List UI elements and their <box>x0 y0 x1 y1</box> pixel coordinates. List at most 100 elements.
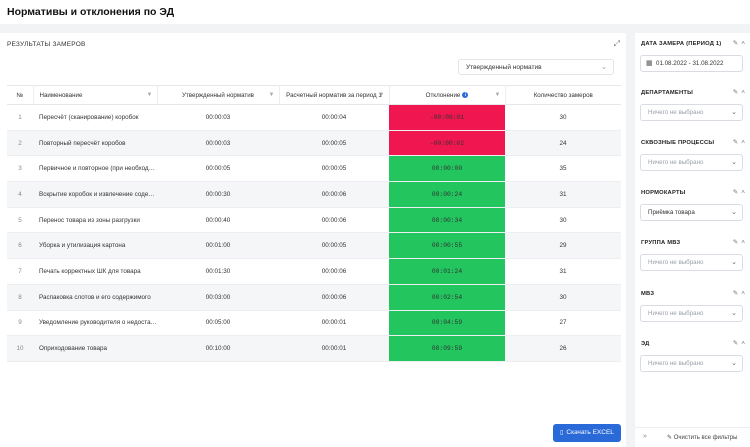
collapse-panel-icon[interactable]: » <box>643 433 647 440</box>
row-num: 9 <box>7 310 33 337</box>
row-name: Печать корректных ШК для товара <box>33 258 157 285</box>
table-row[interactable]: 3 Первичное и повторное (при необходимос… <box>7 155 621 183</box>
filter-mvz-actions: ✎ ˄ <box>730 289 745 297</box>
row-num: 8 <box>7 284 33 311</box>
row-calculated: 00:00:06 <box>279 258 389 285</box>
chevron-down-icon: ⌄ <box>731 360 737 367</box>
row-name: Повторный пересчёт коробов <box>33 130 157 157</box>
clear-filters-label: Очистить все фильтры <box>673 435 738 441</box>
pencil-icon[interactable]: ✎ <box>733 139 738 146</box>
filters-footer: » ✎ Очистить все фильтры <box>635 427 750 447</box>
table-row[interactable]: 5 Перенос товара из зоны разгрузки 00:00… <box>7 207 621 234</box>
row-num: 5 <box>7 207 33 234</box>
processes-select[interactable]: Ничего не выбрано ⌄ <box>640 154 743 171</box>
clear-filters-button[interactable]: ✎ Очистить все фильтры <box>667 434 737 441</box>
mvz-placeholder: Ничего не выбрано <box>648 310 704 317</box>
top-bar: Нормативы и отклонения по ЭД <box>0 0 750 24</box>
row-approved: 00:01:00 <box>157 232 279 260</box>
chevron-down-icon: ⌄ <box>731 259 737 266</box>
row-num: 3 <box>7 155 33 183</box>
chevron-up-icon[interactable]: ˄ <box>741 290 745 297</box>
row-num: 2 <box>7 130 33 157</box>
info-icon[interactable]: i <box>462 91 469 98</box>
filter-ed-label: ЭД <box>641 341 650 347</box>
filter-icon[interactable]: ▼ <box>147 92 153 98</box>
chevron-up-icon[interactable]: ˄ <box>741 340 745 347</box>
col-calculated-label: Расчетный норматив за период 1 <box>286 91 382 99</box>
row-name: Уборка и утилизация картона <box>33 232 157 260</box>
filter-icon[interactable]: ▼ <box>495 92 501 98</box>
date-range-picker[interactable]: ▦ 01.08.2022 - 31.08.2022 <box>640 55 743 72</box>
row-deviation: -00:00:01 <box>389 104 505 131</box>
row-deviation: 00:00:55 <box>389 232 505 260</box>
row-approved: 00:05:00 <box>157 310 279 337</box>
table-row[interactable]: 9 Уведомление руководителя о недостаче 0… <box>7 310 621 337</box>
col-header-calculated[interactable]: Расчетный норматив за период 1 ▼ <box>279 85 390 105</box>
table-row[interactable]: 6 Уборка и утилизация картона 00:01:00 0… <box>7 232 621 260</box>
filter-icon[interactable]: ▼ <box>269 92 275 98</box>
table-row[interactable]: 2 Повторный пересчёт коробов 00:00:03 00… <box>7 130 621 157</box>
pencil-icon[interactable]: ✎ <box>733 40 738 47</box>
table-row[interactable]: 8 Распаковка слотов и его содержимого 00… <box>7 284 621 311</box>
results-header: РЕЗУЛЬТАТЫ ЗАМЕРОВ <box>7 41 86 48</box>
row-approved: 00:00:03 <box>157 130 279 157</box>
filter-normcards-actions: ✎ ˄ <box>730 188 745 196</box>
row-deviation: -00:00:02 <box>389 130 505 157</box>
row-count: 30 <box>505 104 621 131</box>
col-header-deviation[interactable]: Отклонение i ▼ <box>389 85 506 105</box>
filter-processes-actions: ✎ ˄ <box>730 138 745 146</box>
row-count: 31 <box>505 258 621 285</box>
pencil-icon[interactable]: ✎ <box>733 189 738 196</box>
expand-icon[interactable]: ⤢ <box>614 39 620 49</box>
filter-mvz-group-label: ГРУППА МВЗ <box>641 240 681 246</box>
pencil-icon[interactable]: ✎ <box>733 239 738 246</box>
download-excel-button[interactable]: ▯ Скачать EXCEL <box>553 424 621 442</box>
filter-departments-label: ДЕПАРТАМЕНТЫ <box>641 90 693 96</box>
chevron-up-icon[interactable]: ˄ <box>741 189 745 196</box>
row-deviation: 00:01:24 <box>389 258 505 285</box>
table-row[interactable]: 7 Печать корректных ШК для товара 00:01:… <box>7 258 621 285</box>
results-card: РЕЗУЛЬТАТЫ ЗАМЕРОВ ⤢ Утвержденный нормат… <box>0 33 626 447</box>
table-row[interactable]: 10 Оприходование товара 00:10:00 00:00:0… <box>7 335 621 362</box>
chevron-up-icon[interactable]: ˄ <box>741 89 745 96</box>
download-icon: ▯ <box>560 430 564 436</box>
pencil-icon[interactable]: ✎ <box>733 340 738 347</box>
filter-icon[interactable]: ▼ <box>379 92 385 98</box>
row-approved: 00:10:00 <box>157 335 279 362</box>
table-row[interactable]: 1 Пересчёт (сканирование) коробок 00:00:… <box>7 104 621 131</box>
norm-type-value: Утвержденный норматив <box>466 64 542 71</box>
col-header-num: № <box>7 85 34 105</box>
date-range-value: 01.08.2022 - 31.08.2022 <box>656 60 724 67</box>
row-deviation: 00:00:00 <box>389 155 505 183</box>
row-name: Вскрытие коробок и извлечение содержимог… <box>33 181 157 208</box>
normcards-select[interactable]: Приёмка товара ⌄ <box>640 204 743 221</box>
chevron-up-icon[interactable]: ˄ <box>741 239 745 246</box>
chevron-up-icon[interactable]: ˄ <box>741 40 745 47</box>
filter-mvz-label: МВЗ <box>641 291 655 297</box>
chevron-up-icon[interactable]: ˄ <box>741 139 745 146</box>
mvz-select[interactable]: Ничего не выбрано ⌄ <box>640 305 743 322</box>
row-approved: 00:00:03 <box>157 104 279 131</box>
eraser-icon: ✎ <box>667 435 673 441</box>
row-num: 4 <box>7 181 33 208</box>
col-header-approved[interactable]: Утвержденный норматив ▼ <box>157 85 280 105</box>
row-calculated: 00:00:06 <box>279 181 389 208</box>
row-name: Пересчёт (сканирование) коробок <box>33 104 157 131</box>
norm-type-select[interactable]: Утвержденный норматив ⌄ <box>458 59 614 75</box>
chevron-down-icon: ⌄ <box>601 64 607 71</box>
table-row[interactable]: 4 Вскрытие коробок и извлечение содержим… <box>7 181 621 208</box>
col-approved-label: Утвержденный норматив <box>182 91 254 99</box>
chevron-down-icon: ⌄ <box>731 159 737 166</box>
normcards-value: Приёмка товара <box>648 209 695 216</box>
row-name: Перенос товара из зоны разгрузки <box>33 207 157 234</box>
filter-processes-label: СКВОЗНЫЕ ПРОЦЕССЫ <box>641 140 715 146</box>
col-num-label: № <box>16 91 24 99</box>
mvz-group-select[interactable]: Ничего не выбрано ⌄ <box>640 254 743 271</box>
filter-date-label: ДАТА ЗАМЕРА (ПЕРИОД 1) <box>641 41 722 47</box>
departments-select[interactable]: Ничего не выбрано ⌄ <box>640 104 743 121</box>
row-count: 30 <box>505 207 621 234</box>
col-header-name[interactable]: Наименование ▼ <box>33 85 158 105</box>
ed-select[interactable]: Ничего не выбрано ⌄ <box>640 355 743 372</box>
pencil-icon[interactable]: ✎ <box>733 290 738 297</box>
pencil-icon[interactable]: ✎ <box>733 89 738 96</box>
